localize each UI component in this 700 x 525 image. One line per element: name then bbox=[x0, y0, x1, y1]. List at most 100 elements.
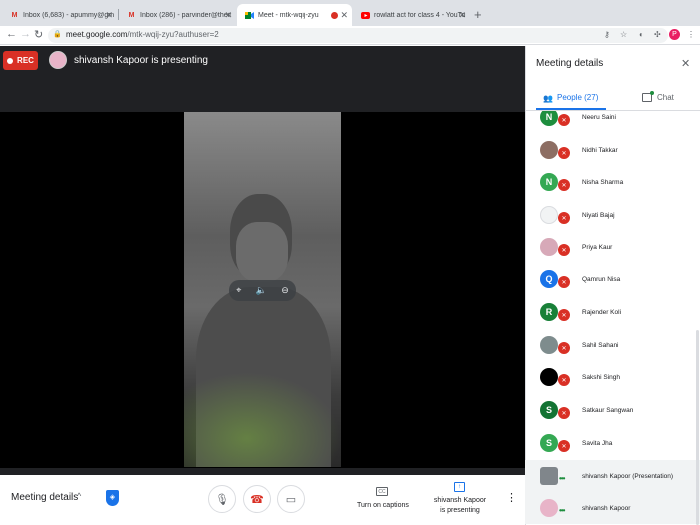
key-icon[interactable]: ⚷ bbox=[604, 30, 610, 39]
mic-muted-icon: ✕ bbox=[558, 212, 570, 224]
participant-row[interactable]: Q ✕ Qamrun Nisa bbox=[525, 263, 700, 295]
participant-row[interactable]: ✕ Nidhi Takkar bbox=[525, 134, 700, 166]
participant-row[interactable]: ✕ Priya Kaur bbox=[525, 231, 700, 263]
lock-icon[interactable]: 🔒 bbox=[53, 30, 62, 38]
mic-muted-icon: ✕ bbox=[558, 407, 570, 419]
reload-icon[interactable]: ↻ bbox=[34, 28, 43, 41]
avatar bbox=[540, 336, 558, 354]
rec-label: REC bbox=[17, 56, 34, 65]
tab-title: Inbox (286) - parvinder@theit bbox=[140, 11, 232, 19]
audio-level-icon: ••• bbox=[559, 474, 565, 483]
mic-muted-icon: ✕ bbox=[558, 309, 570, 321]
extension-icon[interactable]: ◐ bbox=[639, 30, 644, 39]
close-icon[interactable]: ✕ bbox=[340, 10, 348, 21]
back-arrow-icon[interactable]: ← bbox=[6, 28, 17, 40]
tab-title: Inbox (6,683) - apummy@gm bbox=[23, 11, 115, 19]
people-tab-label: People (27) bbox=[557, 93, 599, 102]
participant-list[interactable]: N ✕ Neeru Saini ✕ Nidhi Takkar N ✕ Nisha Sharma… bbox=[525, 111, 700, 525]
participant-name: shivansh Kapoor bbox=[582, 504, 631, 512]
bookmark-star-icon[interactable]: ☆ bbox=[620, 30, 627, 39]
url-path: /mtk-wqij-zyu?authuser=2 bbox=[127, 30, 219, 39]
url-host: meet.google.com bbox=[66, 30, 128, 39]
close-icon[interactable]: ✕ bbox=[681, 57, 690, 70]
new-tab-icon[interactable]: + bbox=[474, 7, 482, 22]
volume-icon[interactable]: 🔈 bbox=[256, 285, 267, 296]
tab-youtube[interactable]: rowlatt act for class 4 - YouTu ✕ bbox=[353, 4, 470, 26]
avatar: S bbox=[540, 401, 558, 419]
participant-row[interactable]: ••• shivansh Kapoor bbox=[525, 492, 700, 524]
mic-muted-icon: ✕ bbox=[558, 179, 570, 191]
recording-indicator-icon bbox=[331, 12, 338, 19]
participant-row[interactable]: ✕ Sakshi Singh bbox=[525, 361, 700, 393]
avatar bbox=[540, 206, 558, 224]
chevron-up-icon[interactable]: ^ bbox=[77, 491, 81, 501]
participant-name: Nidhi Takkar bbox=[582, 146, 618, 154]
presenting-label-line2: is presenting bbox=[440, 507, 480, 514]
microphone-button[interactable]: 🎙 bbox=[208, 485, 236, 513]
participant-row[interactable]: N ✕ Nisha Sharma bbox=[525, 166, 700, 198]
more-options-icon[interactable]: ⋮ bbox=[506, 491, 517, 504]
participant-row[interactable]: ✕ Sahil Sahani bbox=[525, 329, 700, 361]
present-screen-icon[interactable]: ↑ bbox=[454, 482, 465, 492]
participant-row[interactable]: S ✕ Satkaur Sangwan bbox=[525, 394, 700, 426]
participant-row[interactable]: S ✕ Savita Jha bbox=[525, 427, 700, 459]
participant-name: Sahil Sahani bbox=[582, 341, 619, 349]
camera-button[interactable]: ▭ bbox=[277, 485, 305, 513]
close-icon[interactable]: ✕ bbox=[458, 10, 466, 21]
puzzle-icon[interactable]: ✣ bbox=[654, 30, 661, 39]
avatar bbox=[540, 368, 558, 386]
participant-name: Niyati Bajaj bbox=[582, 211, 615, 219]
pin-off-icon[interactable]: ⌖ bbox=[236, 285, 241, 296]
participant-row[interactable]: ••• shivansh Kapoor (Presentation) bbox=[525, 460, 700, 492]
participant-list-scrollbar[interactable] bbox=[696, 330, 699, 525]
chat-icon bbox=[642, 91, 654, 102]
participant-row[interactable]: N ✕ Neeru Saini bbox=[525, 111, 700, 133]
browser-tab-strip: M Inbox (6,683) - apummy@gm ✕ M Inbox (2… bbox=[0, 0, 700, 26]
recording-badge: REC bbox=[3, 51, 38, 70]
mic-muted-icon: ✕ bbox=[558, 147, 570, 159]
hang-up-icon: ☎ bbox=[250, 493, 264, 506]
gmail-icon: M bbox=[11, 11, 18, 19]
youtube-icon bbox=[361, 11, 370, 20]
mic-muted-icon: ✕ bbox=[558, 374, 570, 386]
participant-name: Nisha Sharma bbox=[582, 178, 624, 186]
tab-people[interactable]: 👥 People (27) bbox=[543, 93, 599, 103]
chat-tab-label: Chat bbox=[657, 93, 674, 102]
avatar: Q bbox=[540, 270, 558, 288]
avatar: N bbox=[540, 111, 558, 126]
forward-arrow-icon[interactable]: → bbox=[20, 28, 31, 40]
kebab-menu-icon[interactable]: ⋮ bbox=[687, 30, 695, 39]
remove-icon[interactable]: ⊖ bbox=[281, 285, 289, 296]
presenting-status-button[interactable]: shivansh Kapoor is presenting bbox=[430, 496, 490, 516]
avatar: S bbox=[540, 434, 558, 452]
camera-icon: ▭ bbox=[285, 493, 297, 506]
tab-gmail-inbox-1[interactable]: M Inbox (6,683) - apummy@gm ✕ bbox=[2, 4, 117, 26]
tab-meet[interactable]: Meet - mtk-wqij-zyu ✕ bbox=[237, 4, 352, 26]
close-icon[interactable]: ✕ bbox=[224, 10, 232, 21]
avatar bbox=[540, 141, 558, 159]
participant-row[interactable]: R ✕ Rajender Koli bbox=[525, 296, 700, 328]
close-icon[interactable]: ✕ bbox=[105, 10, 113, 21]
record-dot-icon bbox=[7, 57, 14, 64]
mic-muted-icon: ✕ bbox=[558, 342, 570, 354]
url-text[interactable]: meet.google.com/mtk-wqij-zyu?authuser=2 bbox=[66, 30, 219, 39]
participant-row[interactable]: ✕ Niyati Bajaj bbox=[525, 199, 700, 231]
shield-icon[interactable]: ◈ bbox=[106, 490, 119, 506]
tab-chat[interactable]: Chat bbox=[642, 91, 674, 102]
participant-name: Neeru Saini bbox=[582, 113, 616, 121]
video-figure-face bbox=[236, 222, 288, 282]
tab-gmail-inbox-2[interactable]: M Inbox (286) - parvinder@theit ✕ bbox=[119, 4, 236, 26]
participant-name: Savita Jha bbox=[582, 439, 613, 447]
leave-call-button[interactable]: ☎ bbox=[243, 485, 271, 513]
mic-muted-icon: ✕ bbox=[558, 440, 570, 452]
captions-button-label[interactable]: Turn on captions bbox=[357, 502, 409, 509]
panel-title: Meeting details bbox=[536, 58, 604, 69]
captions-icon[interactable]: CC bbox=[376, 487, 388, 496]
tile-hover-controls: ⌖ 🔈 ⊖ bbox=[229, 280, 296, 301]
gmail-icon: M bbox=[128, 11, 135, 19]
profile-avatar[interactable]: P bbox=[669, 29, 680, 40]
avatar bbox=[540, 238, 558, 256]
meeting-details-button[interactable]: Meeting details bbox=[11, 492, 78, 503]
participant-name: Rajender Koli bbox=[582, 308, 622, 316]
avatar: N bbox=[540, 173, 558, 191]
